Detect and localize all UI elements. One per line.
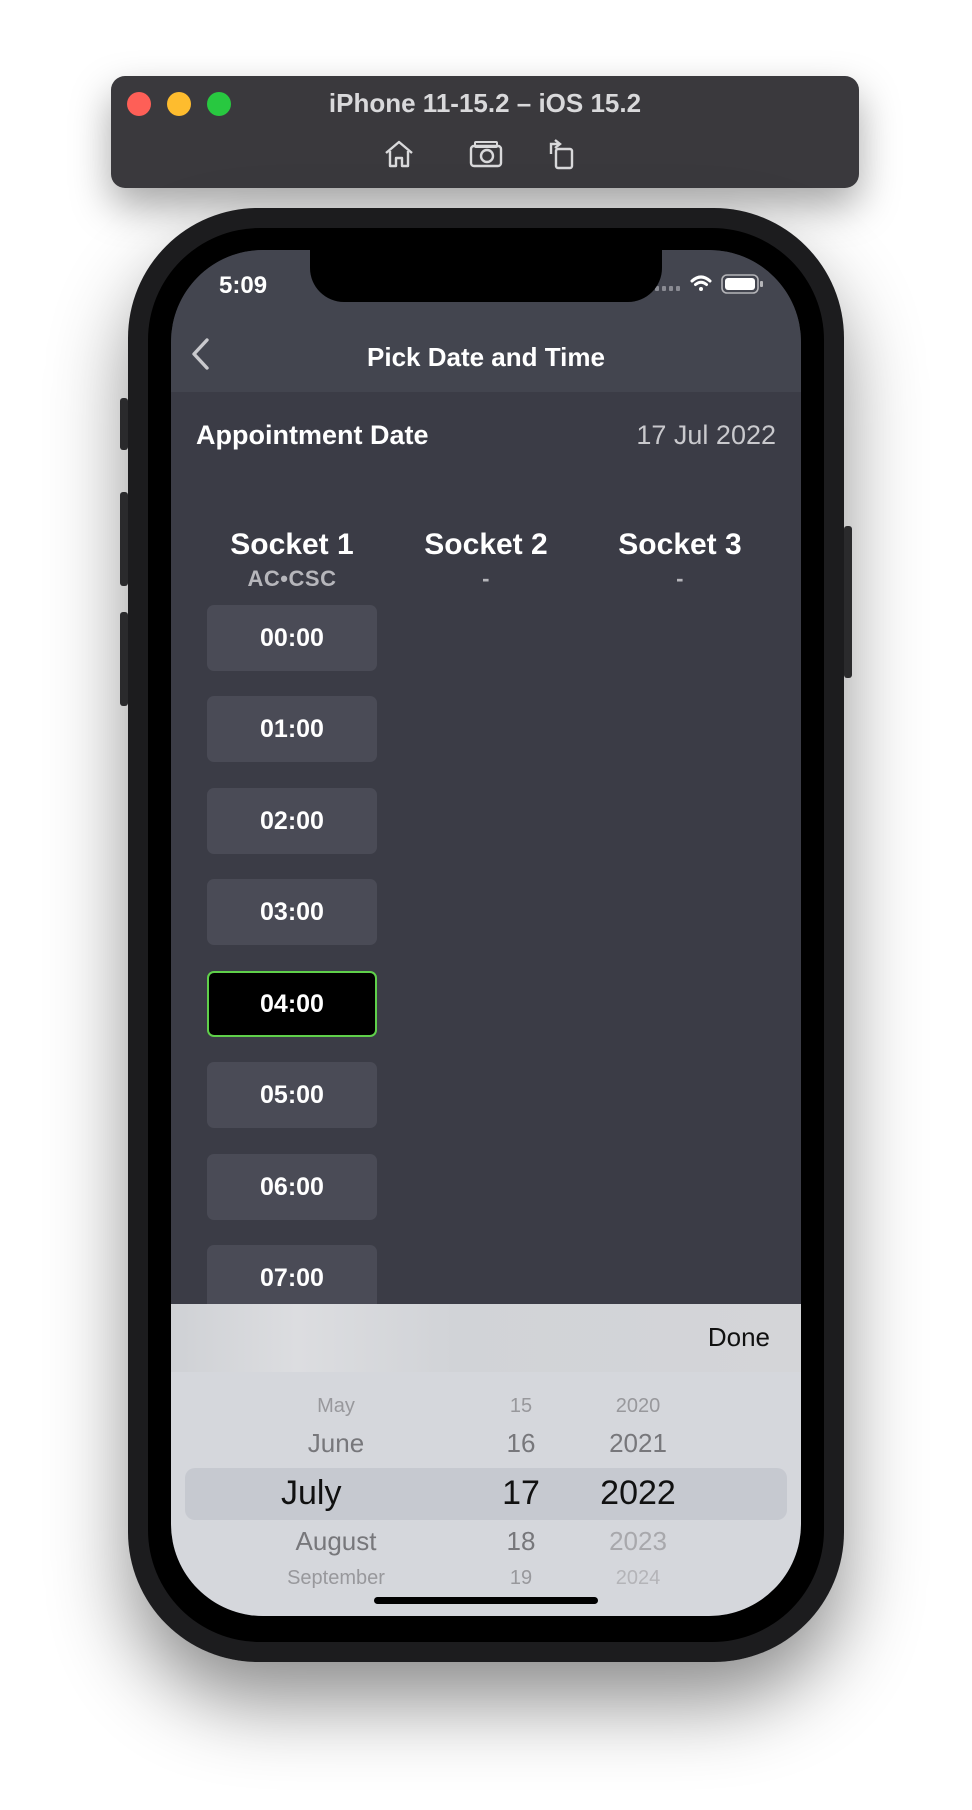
status-time: 5:09 xyxy=(219,272,268,299)
date-picker[interactable]: Done May June July August September 15 1… xyxy=(171,1304,801,1616)
picker-month-option[interactable]: June xyxy=(241,1428,431,1459)
done-button[interactable]: Done xyxy=(708,1322,770,1353)
socket-header: Socket 1 AC•CSC xyxy=(197,528,387,592)
app-screen: 5:09 Pick Date and Time Appointment Date… xyxy=(171,250,801,1616)
time-slot-button[interactable]: 02:00 xyxy=(207,788,377,854)
picker-day-option[interactable]: 19 xyxy=(491,1567,551,1590)
appointment-date-value[interactable]: 17 Jul 2022 xyxy=(636,420,776,451)
picker-month-option[interactable]: May xyxy=(241,1395,431,1418)
picker-day-selected[interactable]: 17 xyxy=(491,1474,551,1513)
status-icons xyxy=(655,272,775,296)
time-slot-button[interactable]: 01:00 xyxy=(207,696,377,762)
time-slot-button[interactable]: 03:00 xyxy=(207,879,377,945)
cellular-signal-icon xyxy=(655,286,680,291)
picker-toolbar: Done xyxy=(171,1304,801,1372)
socket-header: Socket 2 - xyxy=(391,528,581,592)
socket-name: Socket 2 xyxy=(424,528,548,561)
volume-down-button xyxy=(120,612,128,706)
socket-type: - xyxy=(482,566,490,591)
simulator-title-bar: iPhone 11-15.2 – iOS 15.2 xyxy=(111,76,859,188)
rotate-icon[interactable] xyxy=(541,134,581,174)
power-button xyxy=(844,526,852,678)
silent-switch xyxy=(120,398,128,450)
time-slot-button[interactable]: 07:00 xyxy=(207,1245,377,1311)
socket-name: Socket 1 xyxy=(230,528,354,561)
picker-day-option[interactable]: 15 xyxy=(491,1395,551,1418)
wifi-icon xyxy=(690,275,712,291)
appointment-date-label: Appointment Date xyxy=(196,420,429,450)
socket-type: AC•CSC xyxy=(247,566,337,591)
socket-header: Socket 3 - xyxy=(585,528,775,592)
picker-year-option[interactable]: 2021 xyxy=(583,1428,693,1459)
picker-month-selected[interactable]: July xyxy=(241,1474,431,1513)
picker-day-option[interactable]: 16 xyxy=(491,1428,551,1459)
home-indicator[interactable] xyxy=(374,1597,598,1604)
socket-type: - xyxy=(676,566,684,591)
battery-icon xyxy=(721,274,763,294)
screenshot-icon[interactable] xyxy=(466,134,506,174)
picker-day-option[interactable]: 18 xyxy=(491,1526,551,1557)
picker-month-option[interactable]: August xyxy=(241,1526,431,1557)
socket-name: Socket 3 xyxy=(618,528,742,561)
page-title: Pick Date and Time xyxy=(367,342,605,372)
picker-year-option[interactable]: 2024 xyxy=(583,1567,693,1590)
picker-year-option[interactable]: 2020 xyxy=(583,1395,693,1418)
time-slot-button[interactable]: 06:00 xyxy=(207,1154,377,1220)
time-slot-button-selected[interactable]: 04:00 xyxy=(207,971,377,1037)
picker-year-selected[interactable]: 2022 xyxy=(583,1474,693,1513)
volume-up-button xyxy=(120,492,128,586)
home-icon[interactable] xyxy=(379,134,419,174)
time-slot-button[interactable]: 05:00 xyxy=(207,1062,377,1128)
notch xyxy=(310,250,662,302)
simulator-title: iPhone 11-15.2 – iOS 15.2 xyxy=(328,88,642,118)
picker-year-option[interactable]: 2023 xyxy=(583,1526,693,1557)
picker-month-option[interactable]: September xyxy=(241,1567,431,1590)
time-slot-button[interactable]: 00:00 xyxy=(207,605,377,671)
